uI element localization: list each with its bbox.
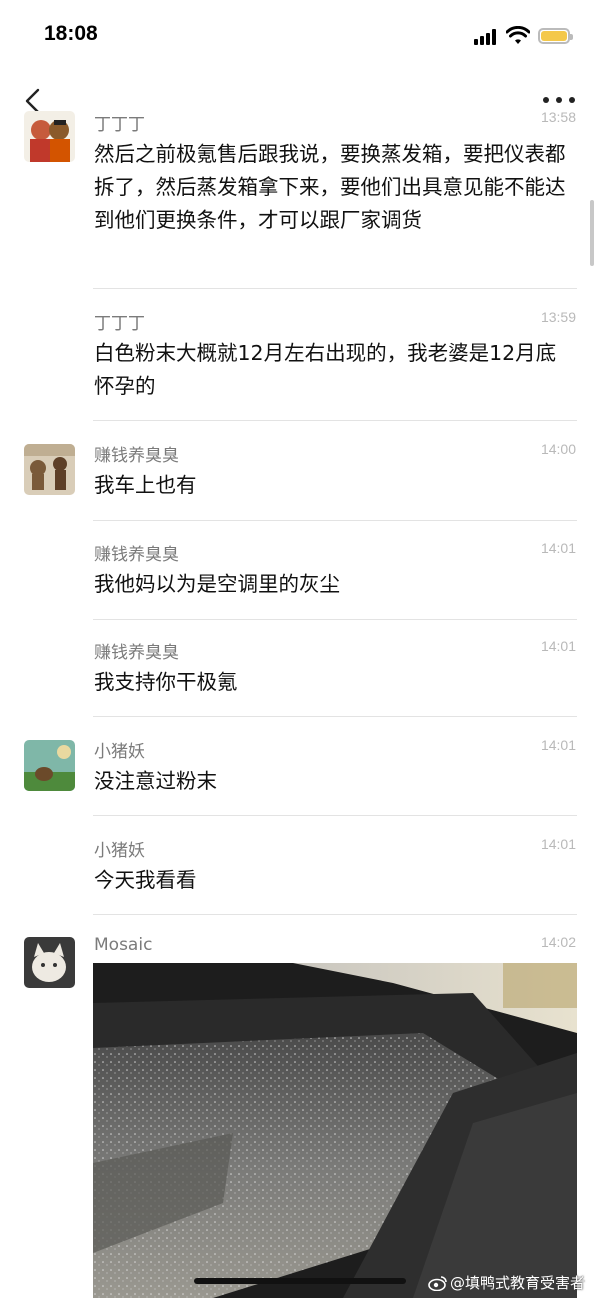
sender-name: 赚钱养臭臭 <box>94 643 179 663</box>
bear-avatar[interactable] <box>24 444 75 495</box>
divider <box>93 520 577 521</box>
message-text[interactable]: 我他妈以为是空调里的灰尘 <box>94 568 576 601</box>
divider <box>93 815 577 816</box>
chat-message: 丁丁丁 13:59 白色粉末大概就12月左右出现的，我老婆是12月底怀孕的 <box>0 304 600 420</box>
message-text[interactable]: 白色粉末大概就12月左右出现的，我老婆是12月底怀孕的 <box>94 337 576 403</box>
cat-avatar[interactable] <box>24 937 75 988</box>
sender-name: 赚钱养臭臭 <box>94 446 179 466</box>
sender-name: Mosaic <box>94 935 153 955</box>
divider <box>93 619 577 620</box>
message-text[interactable]: 我支持你干极氪 <box>94 666 576 699</box>
message-text[interactable]: 今天我看看 <box>94 864 576 897</box>
chat-message: Mosaic 14:02 <box>0 929 600 988</box>
message-text[interactable]: 我车上也有 <box>94 469 576 502</box>
sender-name: 小猪妖 <box>94 841 145 861</box>
sender-name: 丁丁丁 <box>94 314 145 334</box>
chat-message: 赚钱养臭臭 14:01 我支持你干极氪 <box>0 633 600 717</box>
divider <box>93 420 577 421</box>
weibo-logo-icon <box>428 1275 447 1291</box>
message-time: 14:01 <box>540 638 576 654</box>
battery-icon <box>538 28 573 44</box>
divider <box>93 716 577 717</box>
pig-avatar[interactable] <box>24 740 75 791</box>
message-time: 14:00 <box>540 441 576 457</box>
divider <box>93 914 577 915</box>
watermark: @填鸭式教育受害者 <box>428 1272 585 1293</box>
chat-message: 赚钱养臭臭 14:00 我车上也有 <box>0 436 600 520</box>
message-time: 13:58 <box>540 109 576 125</box>
dashboard-white-powder-photo[interactable] <box>93 963 577 1298</box>
chat-message: 赚钱养臭臭 14:01 我他妈以为是空调里的灰尘 <box>0 535 600 619</box>
cellular-signal-icon <box>474 29 500 45</box>
chat-message: 小猪妖 14:01 今天我看看 <box>0 831 600 915</box>
chat-message: 小猪妖 14:01 没注意过粉末 <box>0 732 600 816</box>
chat-message: 丁丁丁 13:58 然后之前极氪售后跟我说，要换蒸发箱，要把仪表都拆了，然后蒸发… <box>0 104 600 289</box>
message-time: 14:01 <box>540 836 576 852</box>
message-time: 13:59 <box>540 309 576 325</box>
message-time: 14:01 <box>540 540 576 556</box>
status-bar: 18:08 <box>0 0 600 72</box>
divider <box>93 288 577 289</box>
sender-name: 丁丁丁 <box>94 115 145 135</box>
sender-name: 赚钱养臭臭 <box>94 545 179 565</box>
message-time: 14:01 <box>540 737 576 753</box>
wifi-icon <box>506 26 530 44</box>
message-text[interactable]: 然后之前极氪售后跟我说，要换蒸发箱，要把仪表都拆了，然后蒸发箱拿下来，要他们出具… <box>94 138 576 237</box>
cartoon-avatar[interactable] <box>24 111 75 162</box>
watermark-text: @填鸭式教育受害者 <box>450 1274 586 1292</box>
message-text[interactable]: 没注意过粉末 <box>94 765 576 798</box>
status-time: 18:08 <box>44 22 98 45</box>
home-indicator[interactable] <box>194 1278 406 1284</box>
message-time: 14:02 <box>540 934 576 950</box>
sender-name: 小猪妖 <box>94 742 145 762</box>
